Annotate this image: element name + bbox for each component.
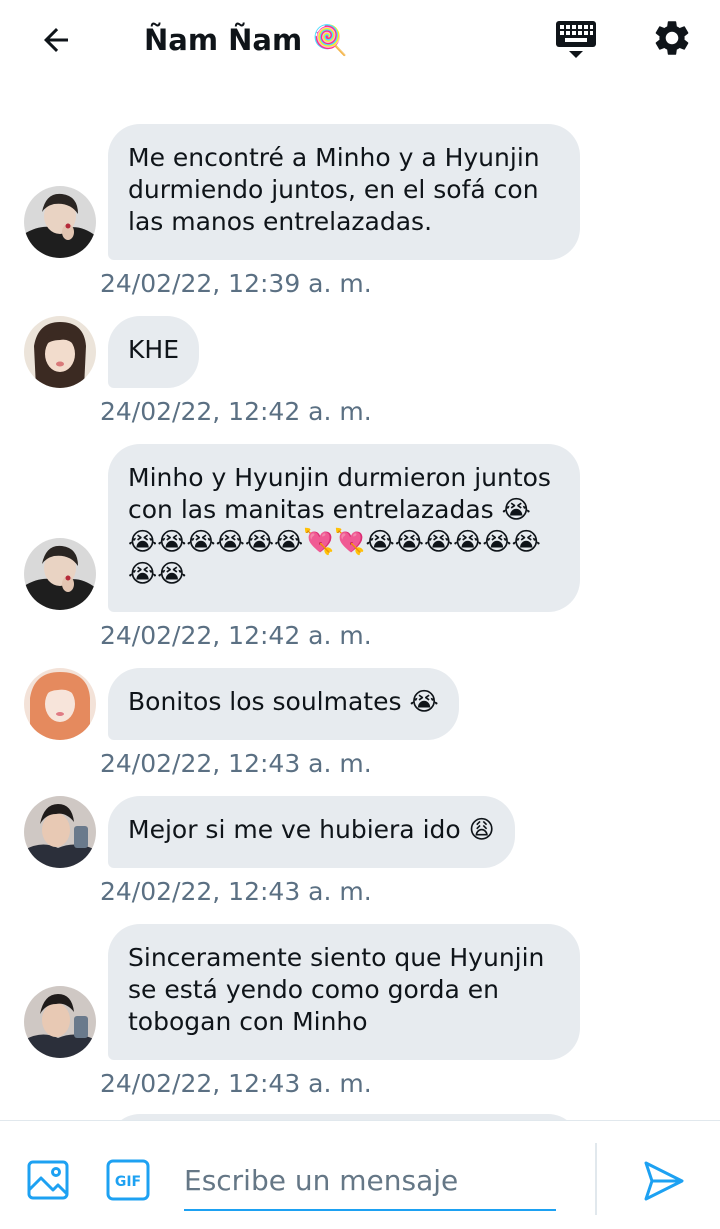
keyboard-icon: [556, 21, 596, 58]
gif-label: GIF: [115, 1174, 141, 1190]
conversation-title: Ñam Ñam 🍭: [144, 23, 349, 57]
settings-button[interactable]: [648, 14, 696, 62]
message-timestamp: 24/02/22, 12:42 a. m.: [100, 621, 372, 650]
message-timestamp: 24/02/22, 12:43 a. m.: [100, 749, 372, 778]
avatar-photo: [24, 668, 96, 740]
send-icon: [644, 1161, 684, 1201]
add-image-button[interactable]: [24, 1156, 72, 1204]
message-timestamp: 24/02/22, 12:43 a. m.: [100, 1069, 372, 1098]
message-bubble[interactable]: Mejor si me ve hubiera ido 😩: [108, 796, 515, 868]
message-bubble[interactable]: KHE: [108, 316, 199, 388]
chat-header: Ñam Ñam 🍭: [0, 0, 720, 80]
avatar[interactable]: [24, 316, 96, 388]
avatar[interactable]: [24, 538, 96, 610]
gif-icon: GIF: [106, 1159, 150, 1201]
avatar-photo: [24, 316, 96, 388]
message-text: Mejor si me ve hubiera ido 😩: [128, 815, 495, 844]
send-button[interactable]: [640, 1157, 688, 1205]
avatar-photo: [24, 986, 96, 1058]
message-bubble[interactable]: Me encontré a Minho y a Hyunjin durmiend…: [108, 124, 580, 260]
avatar-photo: [24, 186, 96, 258]
message-list[interactable]: Me encontré a Minho y a Hyunjin durmiend…: [0, 80, 720, 1120]
message-text: Me encontré a Minho y a Hyunjin durmiend…: [128, 143, 540, 236]
keyboard-button[interactable]: [552, 16, 600, 64]
avatar[interactable]: [24, 986, 96, 1058]
message-timestamp: 24/02/22, 12:43 a. m.: [100, 877, 372, 906]
back-button[interactable]: [34, 18, 78, 62]
add-gif-button[interactable]: GIF: [104, 1156, 152, 1204]
message-text: Bonitos los soulmates 😭: [128, 687, 439, 716]
avatar-photo: [24, 796, 96, 868]
avatar[interactable]: [24, 186, 96, 258]
avatar-photo: [24, 538, 96, 610]
message-composer: GIF: [0, 1120, 720, 1229]
message-bubble[interactable]: Minho y Hyunjin durmieron juntos con las…: [108, 444, 580, 612]
arrow-left-icon: [44, 28, 68, 52]
gear-icon: [655, 21, 689, 55]
image-icon: [27, 1160, 69, 1200]
message-text: Sinceramente siento que Hyunjin se está …: [128, 943, 545, 1036]
message-text: Minho y Hyunjin durmieron juntos con las…: [128, 463, 551, 588]
avatar[interactable]: [24, 668, 96, 740]
message-bubble[interactable]: Bonitos los soulmates 😭: [108, 668, 459, 740]
composer-divider: [595, 1143, 597, 1215]
avatar[interactable]: [24, 796, 96, 868]
message-bubble[interactable]: Sinceramente siento que Hyunjin se está …: [108, 924, 580, 1060]
message-text: KHE: [128, 335, 179, 364]
message-timestamp: 24/02/22, 12:39 a. m.: [100, 269, 372, 298]
message-input[interactable]: [184, 1151, 556, 1211]
message-timestamp: 24/02/22, 12:42 a. m.: [100, 397, 372, 426]
